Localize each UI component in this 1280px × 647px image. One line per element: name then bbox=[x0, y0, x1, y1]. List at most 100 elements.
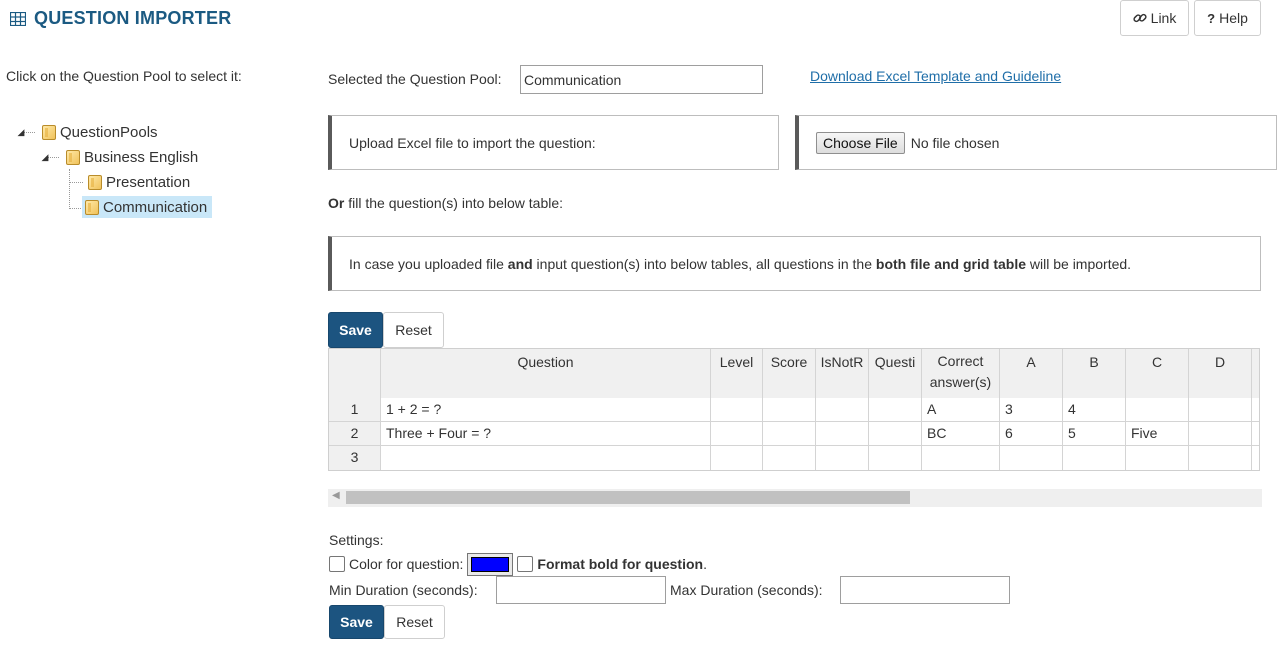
fill-table-instruction: Or fill the question(s) into below table… bbox=[328, 195, 563, 211]
bold-checkbox[interactable] bbox=[517, 556, 534, 572]
question-mark-icon: ? bbox=[1207, 10, 1216, 26]
cell-questi[interactable] bbox=[869, 422, 922, 446]
info-bold-2: both file and grid table bbox=[875, 255, 1027, 272]
cell-isnotr[interactable] bbox=[816, 446, 869, 470]
tree-node-presentation[interactable]: Presentation bbox=[88, 171, 190, 193]
column-header-d[interactable]: D bbox=[1189, 349, 1252, 399]
cell-questi[interactable] bbox=[869, 446, 922, 470]
cell-b[interactable] bbox=[1063, 446, 1126, 470]
scrollbar-thumb[interactable] bbox=[346, 491, 910, 504]
cell-correct-answers[interactable]: A bbox=[922, 398, 1000, 422]
cell-a[interactable]: 6 bbox=[1000, 422, 1063, 446]
cell-correct-answers[interactable]: BC bbox=[922, 422, 1000, 446]
cell-overflow bbox=[1252, 398, 1259, 422]
column-header-c[interactable]: C bbox=[1126, 349, 1189, 399]
info-bold-1: and bbox=[507, 255, 533, 272]
column-header-b[interactable]: B bbox=[1063, 349, 1126, 399]
cell-questi[interactable] bbox=[869, 398, 922, 422]
collapse-arrow-icon[interactable]: ◢ bbox=[14, 127, 28, 138]
settings-title: Settings: bbox=[329, 532, 384, 548]
save-button-bottom[interactable]: Save bbox=[329, 605, 384, 639]
selected-pool-input[interactable] bbox=[520, 65, 763, 94]
color-picker[interactable] bbox=[467, 552, 514, 576]
save-button-top[interactable]: Save bbox=[328, 312, 383, 348]
tree-prompt: Click on the Question Pool to select it: bbox=[6, 68, 242, 84]
min-duration-label: Min Duration (seconds): bbox=[329, 582, 478, 598]
cell-b[interactable]: 4 bbox=[1063, 398, 1126, 422]
row-number: 3 bbox=[329, 446, 381, 470]
or-rest: fill the question(s) into below table: bbox=[344, 195, 564, 211]
page-header: QUESTION IMPORTER bbox=[10, 8, 231, 29]
or-bold: Or bbox=[328, 195, 345, 211]
color-label: Color for question: bbox=[349, 556, 464, 572]
question-pool-tree: ◢ QuestionPools ◢ Business English Prese… bbox=[14, 120, 244, 230]
folder-icon bbox=[85, 199, 99, 215]
choose-file-button[interactable]: Choose File bbox=[816, 131, 905, 154]
color-setting-row: Color for question: Format bold for ques… bbox=[329, 552, 707, 576]
tree-node-label: QuestionPools bbox=[60, 123, 158, 141]
column-header-isnotr[interactable]: IsNotR bbox=[816, 349, 869, 399]
cell-score[interactable] bbox=[763, 398, 816, 422]
page-title: QUESTION IMPORTER bbox=[34, 8, 232, 28]
info-text-1: In case you uploaded file bbox=[349, 255, 508, 272]
grid-corner bbox=[329, 349, 381, 399]
cell-c[interactable]: Five bbox=[1126, 422, 1189, 446]
tree-node-questionpools[interactable]: ◢ QuestionPools bbox=[14, 121, 158, 143]
cell-c[interactable] bbox=[1126, 398, 1189, 422]
min-duration-input[interactable] bbox=[496, 576, 666, 604]
help-button[interactable]: ? Help bbox=[1194, 0, 1261, 36]
folder-icon bbox=[42, 124, 56, 140]
info-text-2: input question(s) into below tables, all… bbox=[532, 255, 876, 272]
grid-horizontal-scrollbar[interactable]: ◀ bbox=[328, 489, 1262, 507]
link-icon bbox=[1133, 13, 1147, 23]
column-header-question[interactable]: Question bbox=[381, 349, 711, 399]
cell-level[interactable] bbox=[711, 446, 763, 470]
cell-d[interactable] bbox=[1189, 446, 1252, 470]
table-icon bbox=[10, 11, 26, 26]
row-number: 1 bbox=[329, 398, 381, 422]
link-button-label: Link bbox=[1150, 10, 1177, 26]
column-header-level[interactable]: Level bbox=[711, 349, 763, 399]
column-header-a[interactable]: A bbox=[1000, 349, 1063, 399]
column-header-score[interactable]: Score bbox=[763, 349, 816, 399]
question-grid: Question Level Score IsNotR Questi Corre… bbox=[328, 348, 1260, 471]
color-checkbox[interactable] bbox=[329, 556, 345, 572]
cell-score[interactable] bbox=[763, 446, 816, 470]
tree-node-label: Presentation bbox=[106, 173, 191, 191]
cell-isnotr[interactable] bbox=[816, 398, 869, 422]
color-swatch bbox=[471, 556, 510, 572]
info-text-3: will be imported. bbox=[1026, 255, 1132, 272]
cell-level[interactable] bbox=[711, 422, 763, 446]
scroll-left-arrow-icon[interactable]: ◀ bbox=[332, 490, 340, 501]
help-button-label: Help bbox=[1219, 10, 1248, 26]
cell-d[interactable] bbox=[1189, 422, 1252, 446]
cell-isnotr[interactable] bbox=[816, 422, 869, 446]
selected-pool-label: Selected the Question Pool: bbox=[328, 71, 502, 87]
cell-question[interactable]: Three + Four = ? bbox=[381, 422, 711, 446]
cell-question[interactable] bbox=[381, 446, 711, 470]
cell-d[interactable] bbox=[1189, 398, 1252, 422]
cell-a[interactable]: 3 bbox=[1000, 398, 1063, 422]
max-duration-input[interactable] bbox=[840, 576, 1010, 604]
tree-node-business-english[interactable]: ◢ Business English bbox=[38, 146, 199, 168]
tree-node-communication[interactable]: Communication bbox=[82, 196, 213, 218]
cell-c[interactable] bbox=[1126, 446, 1189, 470]
column-header-overflow bbox=[1252, 349, 1259, 399]
download-template-link[interactable]: Download Excel Template and Guideline bbox=[810, 68, 1061, 84]
collapse-arrow-icon[interactable]: ◢ bbox=[38, 152, 52, 163]
reset-button-top[interactable]: Reset bbox=[383, 312, 444, 348]
column-header-questi[interactable]: Questi bbox=[869, 349, 922, 399]
tree-node-label: Communication bbox=[103, 198, 208, 216]
folder-icon bbox=[88, 174, 102, 190]
cell-level[interactable] bbox=[711, 398, 763, 422]
cell-overflow bbox=[1252, 422, 1259, 446]
cell-question[interactable]: 1 + 2 = ? bbox=[381, 398, 711, 422]
link-button[interactable]: Link bbox=[1120, 0, 1189, 36]
cell-score[interactable] bbox=[763, 422, 816, 446]
reset-button-bottom[interactable]: Reset bbox=[384, 605, 445, 639]
column-header-correct-answers[interactable]: Correct answer(s) bbox=[922, 349, 1000, 399]
cell-a[interactable] bbox=[1000, 446, 1063, 470]
folder-icon bbox=[66, 149, 80, 165]
cell-correct-answers[interactable] bbox=[922, 446, 1000, 470]
cell-b[interactable]: 5 bbox=[1063, 422, 1126, 446]
